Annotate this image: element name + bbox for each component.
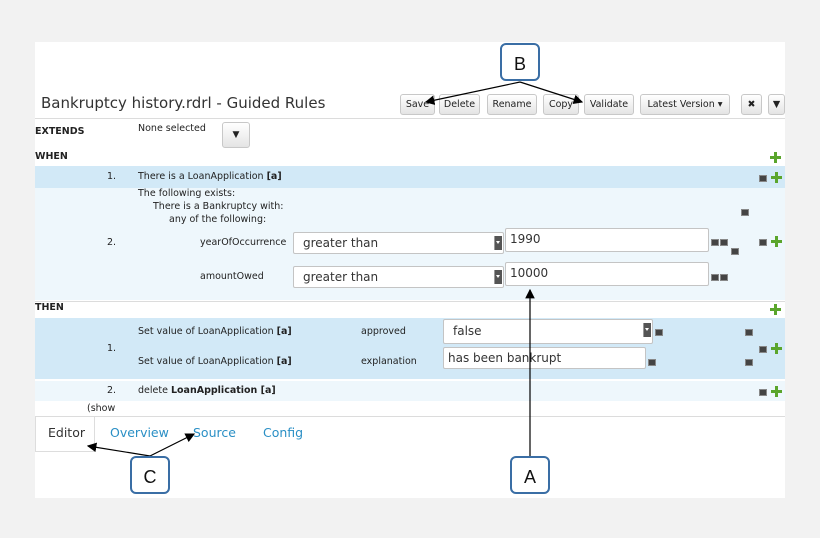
annotation-arrows [86,81,584,457]
arrow-c-to-editor [86,442,151,457]
callout-c: C [130,456,170,494]
arrow-b-to-save [424,81,521,105]
callout-a: A [510,456,550,494]
callout-b: B [500,43,540,81]
arrow-c-to-source [149,433,196,457]
arrow-b-to-validate [519,81,584,104]
